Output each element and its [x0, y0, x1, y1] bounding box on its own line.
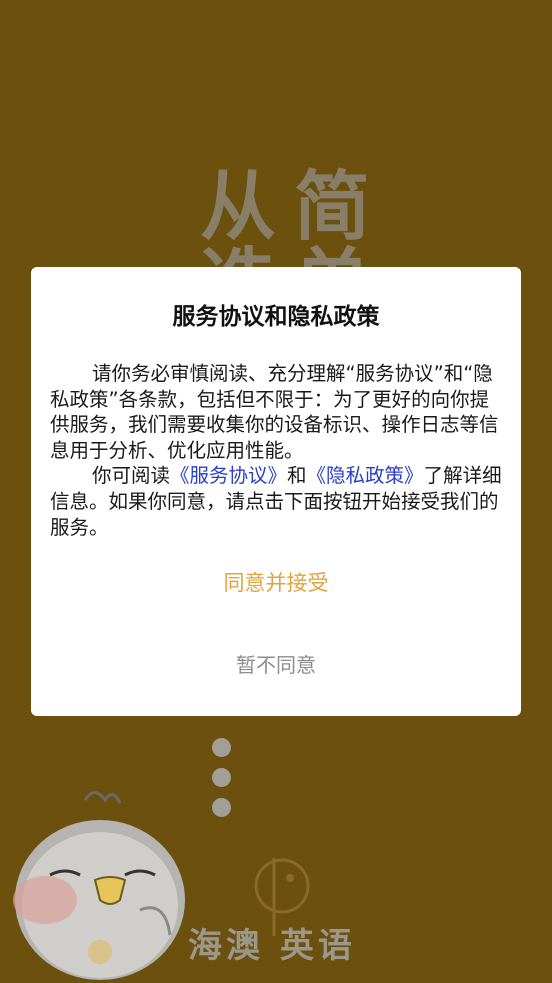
accept-button[interactable]: 同意并接受	[31, 567, 521, 597]
decline-button[interactable]: 暂不同意	[31, 649, 521, 678]
dialog-body: 请你务必审慎阅读、充分理解“服务协议”和“隐私政策”各条款，包括但不限于：为了更…	[50, 361, 506, 540]
dialog-title: 服务协议和隐私政策	[172, 304, 380, 330]
policy-paragraph-2: 你可阅读《服务协议》和《隐私政策》了解详细信息。如果你同意，请点击下面按钮开始接…	[50, 463, 506, 540]
policy-paragraph-1: 请你务必审慎阅读、充分理解“服务协议”和“隐私政策”各条款，包括但不限于：为了更…	[50, 362, 499, 462]
privacy-policy-link[interactable]: 《隐私政策》	[307, 464, 424, 487]
para2-prefix: 你可阅读	[92, 464, 171, 488]
para2-and: 和	[287, 464, 307, 488]
service-agreement-link[interactable]: 《服务协议》	[170, 464, 287, 487]
privacy-dialog: 服务协议和隐私政策 请你务必审慎阅读、充分理解“服务协议”和“隐私政策”各条款，…	[31, 267, 521, 716]
